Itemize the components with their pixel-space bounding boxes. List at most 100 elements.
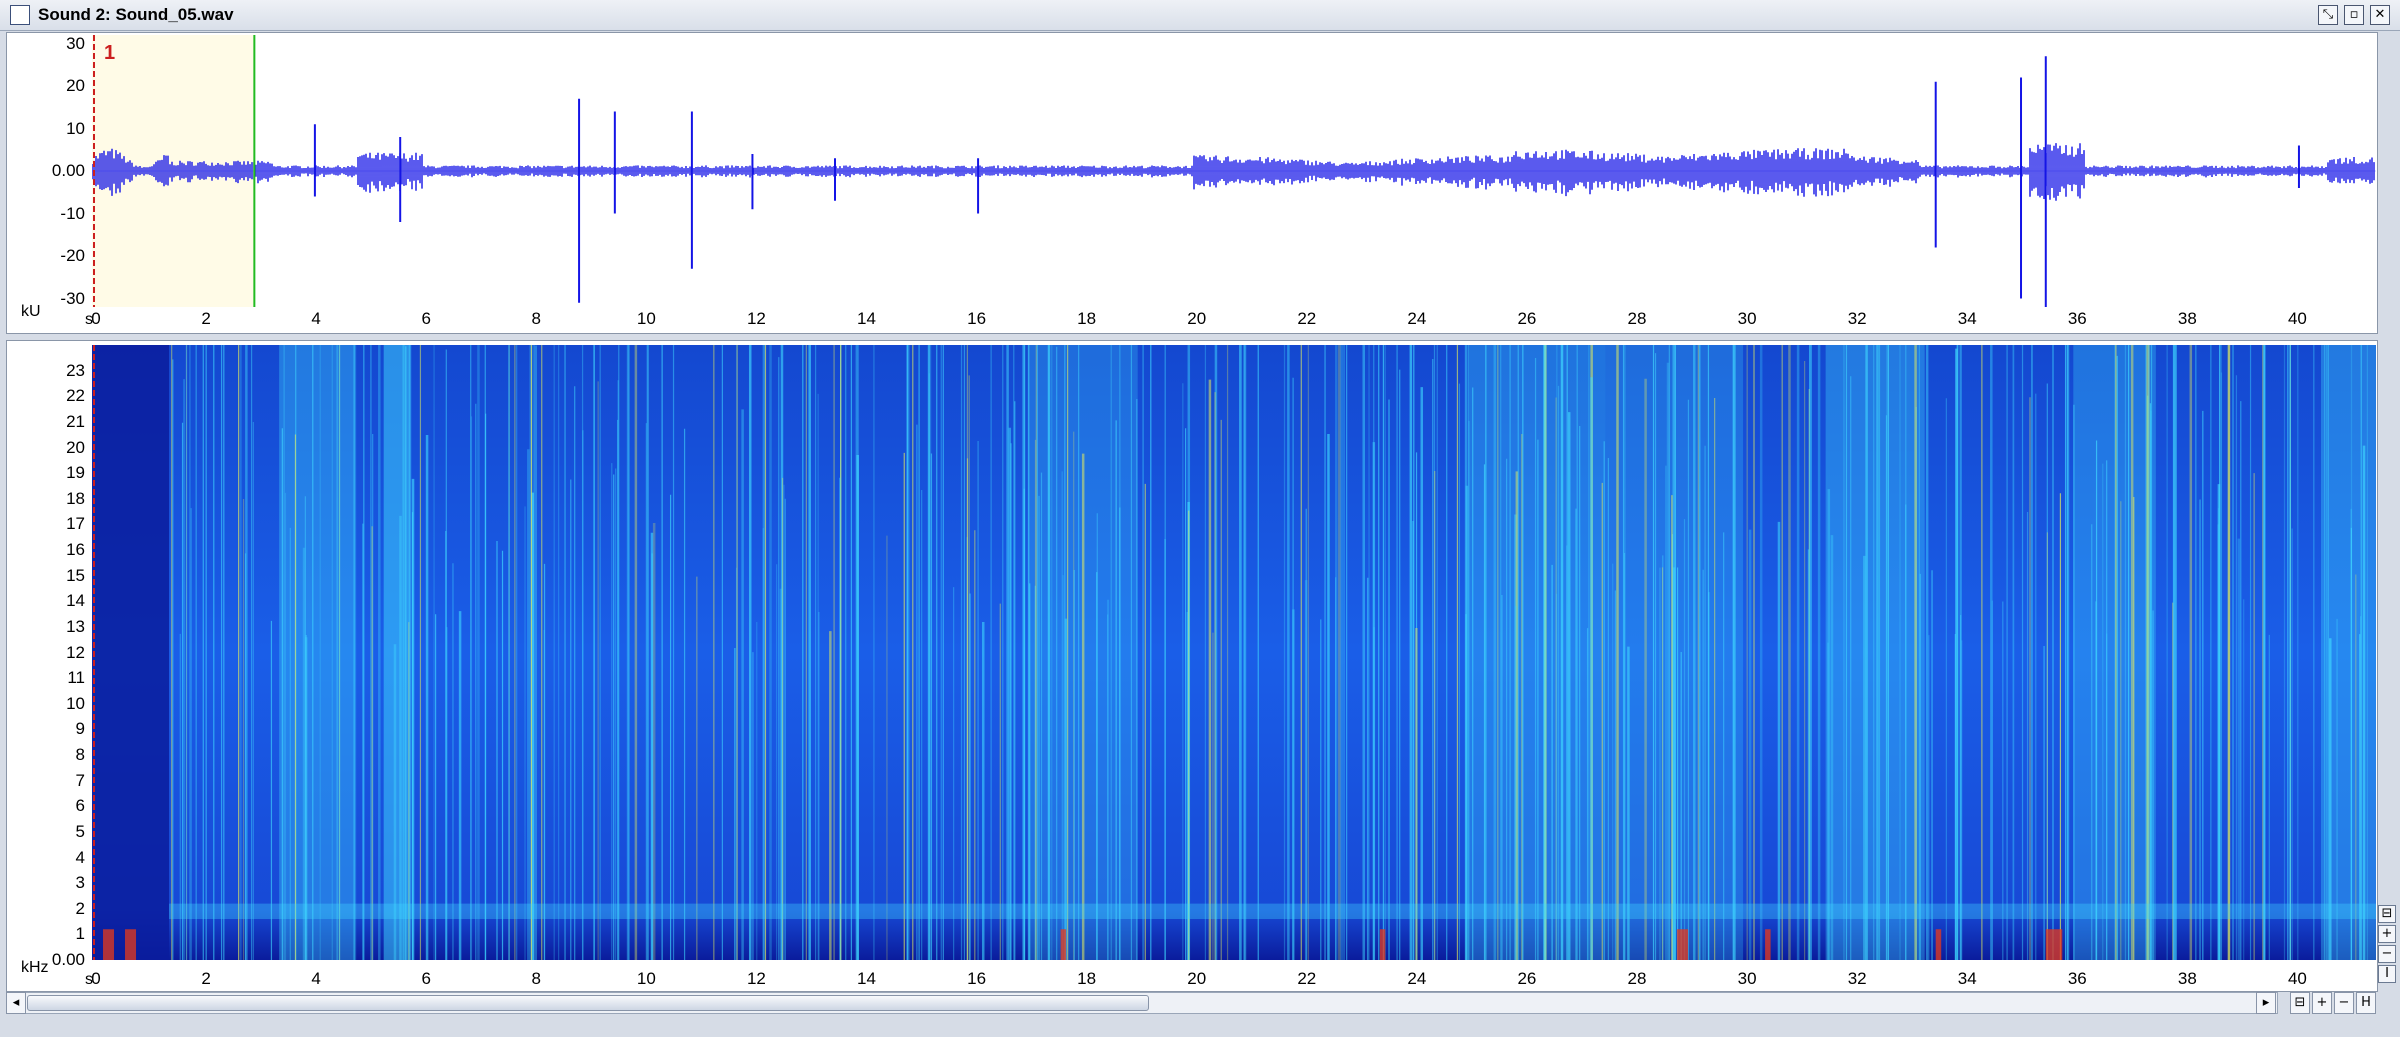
spectrogram-x-tick: 0 [91, 969, 101, 988]
waveform-y-tick: 20 [66, 76, 85, 95]
waveform-x-tick: 12 [746, 309, 766, 328]
spectrogram-energy-band [1825, 345, 1925, 960]
spectrogram-y-tick: 3 [75, 873, 85, 893]
waveform-x-tick: 22 [1297, 309, 1317, 328]
spectrogram-x-tick: 4 [311, 969, 321, 988]
spectrogram-y-tick: 22 [66, 386, 85, 406]
sound-file-icon [10, 5, 30, 25]
spectrogram-x-tick: 34 [1957, 969, 1977, 988]
spectrogram-x-tick: 28 [1627, 969, 1647, 988]
waveform-x-tick: 24 [1407, 309, 1427, 328]
restore-icon[interactable]: ⤡ [2318, 5, 2338, 25]
waveform-panel[interactable]: kU 30 20 10 0.00 -10 -20 -30 1 s 0 2 4 6 8 10 12 14 16… [6, 32, 2378, 334]
spectrogram-x-tick: 16 [967, 969, 987, 988]
spectrogram-x-tick: 6 [421, 969, 431, 988]
spectrogram-x-tick: 36 [2067, 969, 2087, 988]
horizontal-scrollbar[interactable] [6, 992, 2278, 1014]
spectrogram-hotspot [1935, 929, 1942, 960]
spectrogram-y-tick: 21 [66, 411, 85, 431]
spectrogram-y-tick: 18 [66, 488, 85, 508]
title-bar: Sound 2: Sound_05.wav ⤡ ▫ ✕ [0, 0, 2400, 31]
spectrogram-y-tick: 8 [75, 745, 85, 764]
waveform-x-tick: 26 [1517, 309, 1537, 328]
spectrogram-plot[interactable] [92, 345, 2376, 960]
spectrogram-x-tick: 26 [1517, 969, 1537, 988]
spectrogram-y-tick: 10 [66, 693, 85, 713]
waveform-x-tick: 10 [636, 309, 656, 328]
zoom-out-button[interactable]: − [2334, 992, 2354, 1014]
spectrogram-y-tick: 12 [66, 642, 85, 662]
spectrogram-y-tick: 13 [66, 616, 85, 636]
waveform-x-tick: 40 [2287, 309, 2307, 328]
spectrogram-x-tick: 32 [1847, 969, 1867, 988]
spectrogram-hotspot [1677, 929, 1689, 960]
waveform-x-tick: 34 [1957, 309, 1977, 328]
spectrogram-y-tick: 2 [75, 898, 85, 918]
spectrogram-y-tick: 6 [75, 796, 85, 816]
fit-view-button[interactable]: ⊟ [2290, 992, 2310, 1014]
scroll-left-arrow-icon[interactable]: ◂ [6, 992, 26, 1014]
spectrogram-y-tick: 9 [75, 719, 85, 739]
waveform-x-tick: 4 [311, 309, 321, 328]
waveform-x-tick: 36 [2067, 309, 2087, 328]
waveform-x-tick: 28 [1627, 309, 1647, 328]
spectrogram-y-tick: 11 [67, 668, 85, 688]
spectrogram-hotspot [125, 929, 137, 960]
spectrogram-x-tick: 2 [201, 969, 211, 988]
waveform-y-tick: 10 [66, 118, 85, 138]
region-marker-label: 1 [104, 42, 115, 64]
waveform-x-tick: 0 [91, 309, 101, 328]
spectrogram-x-tick: 40 [2287, 969, 2307, 988]
spectrogram-x-tick: 8 [531, 969, 542, 988]
spectrogram-x-tick: 24 [1407, 969, 1427, 988]
spectrogram-x-tick: 10 [636, 969, 656, 988]
waveform-x-tick: 18 [1077, 309, 1097, 328]
waveform-y-tick: -30 [60, 288, 85, 308]
spectrogram-quiet-region [92, 345, 170, 960]
spectrogram-x-tick: 14 [857, 969, 876, 988]
vertical-zoom-in-button[interactable]: + [2378, 925, 2396, 943]
waveform-x-tick: 20 [1187, 309, 1207, 328]
spectrogram-y-tick: 5 [75, 821, 85, 841]
spectrogram-hotspot [1060, 929, 1067, 960]
spectrogram-x-tick: 22 [1297, 969, 1317, 988]
waveform-x-tick: 16 [967, 309, 987, 328]
scroll-right-arrow-icon[interactable]: ▸ [2256, 992, 2276, 1014]
spectrogram-hotspot [1765, 929, 1771, 960]
spectrogram-panel[interactable]: kHz 23 22 21 20 19 18 17 16 15 14 13 12 11 10 9 8 7 6 5 4 3 2… [6, 340, 2378, 992]
scrollbar-thumb[interactable] [27, 995, 1149, 1011]
waveform-y-tick: -10 [60, 203, 85, 223]
spectrogram-hotspot [2045, 929, 2063, 960]
waveform-x-tick: 38 [2177, 309, 2197, 328]
maximize-icon[interactable]: ▫ [2344, 5, 2364, 25]
spectrogram-y-tick: 19 [66, 463, 85, 483]
waveform-x-tick: 2 [201, 309, 211, 328]
spectrogram-x-tick: 18 [1077, 969, 1097, 988]
zoom-full-button[interactable]: H [2356, 992, 2376, 1014]
spectrogram-y-tick: 7 [75, 770, 85, 790]
spectrogram-hotspot [103, 929, 115, 960]
spectrogram-x-tick: 12 [746, 969, 766, 988]
spectrogram-y-tick: 0.00 [51, 950, 85, 969]
spectrogram-y-tick: 15 [66, 565, 85, 585]
spectrogram-energy-band [383, 345, 412, 960]
close-icon[interactable]: ✕ [2370, 5, 2390, 25]
spectrogram-y-tick: 17 [66, 514, 85, 534]
spectrogram-y-tick: 14 [66, 591, 85, 611]
window-title: Sound 2: Sound_05.wav [38, 5, 234, 24]
spectrogram-x-tick: 20 [1187, 969, 1207, 988]
waveform-y-tick: 0.00 [51, 161, 85, 180]
vertical-zoom-out-button[interactable]: − [2378, 945, 2396, 963]
waveform-y-tick: -20 [60, 246, 85, 265]
waveform-y-tick: 30 [66, 33, 85, 53]
waveform-x-tick: 32 [1847, 309, 1867, 328]
vertical-reset-button[interactable]: Ⅰ [2378, 965, 2396, 983]
spectrogram-y-tick: 16 [66, 540, 85, 559]
spectrogram-x-tick: 38 [2177, 969, 2197, 988]
spectrogram-y-tick: 23 [66, 360, 85, 380]
spectrogram-y-tick: 20 [66, 437, 85, 457]
waveform-plot[interactable]: 1 [92, 35, 2376, 307]
zoom-in-button[interactable]: + [2312, 992, 2332, 1014]
vertical-fit-button[interactable]: ⊟ [2378, 905, 2396, 923]
waveform-x-tick: 30 [1737, 309, 1757, 328]
